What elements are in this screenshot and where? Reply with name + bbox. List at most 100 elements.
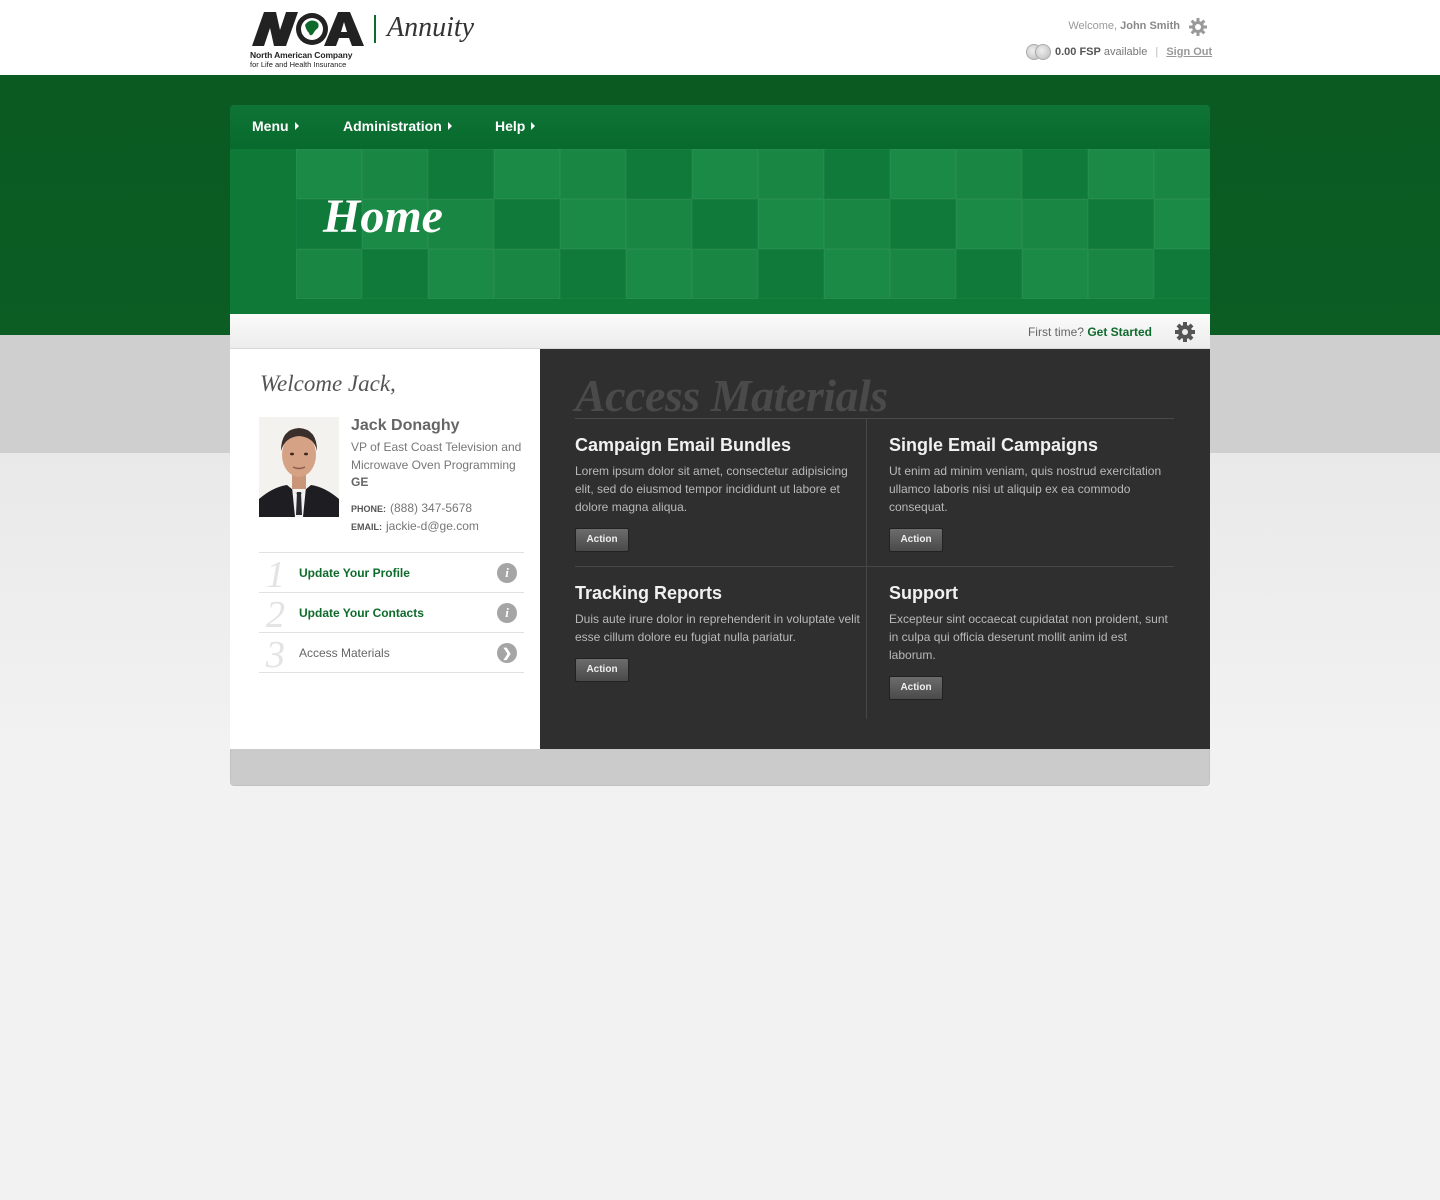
- logo-company-name: North American Company: [250, 50, 353, 60]
- main-nav: Menu Administration Help: [230, 105, 1210, 149]
- mosaic-tile: [494, 249, 560, 299]
- materials-heading: Access Materials: [575, 370, 888, 421]
- mosaic-tile: [1154, 249, 1210, 299]
- coins-icon: [1026, 44, 1051, 60]
- card-title: Campaign Email Bundles: [575, 435, 792, 455]
- nav-menu[interactable]: Menu: [252, 118, 299, 134]
- email-label: EMAIL:: [351, 522, 382, 532]
- get-started-link[interactable]: Get Started: [1087, 325, 1152, 339]
- divider: [866, 419, 867, 719]
- step-label[interactable]: Update Your Contacts: [299, 606, 424, 620]
- profile-phone: PHONE: (888) 347-5678: [351, 501, 472, 515]
- info-icon[interactable]: i: [497, 603, 517, 623]
- step-number: 2: [266, 594, 285, 636]
- mosaic-tile: [560, 149, 626, 199]
- welcome-prefix: Welcome,: [1068, 20, 1118, 32]
- divider: [575, 566, 1174, 567]
- fsp-amount: 0.00 FSP: [1055, 45, 1101, 58]
- first-time-prompt: First time? Get Started: [1028, 325, 1152, 339]
- welcome-message: Welcome, John Smith: [1068, 20, 1180, 32]
- profile-job-title: VP of East Coast Television and Microwav…: [351, 440, 522, 472]
- mosaic-tile: [296, 249, 362, 299]
- main-panel: Menu Administration Help Home First time…: [230, 105, 1210, 786]
- panel-footer: [230, 749, 1210, 786]
- mosaic-tile: [1154, 199, 1210, 249]
- gear-icon[interactable]: [1174, 321, 1196, 343]
- step-access-materials[interactable]: 3 Access Materials ❯: [259, 633, 524, 676]
- fsp-suffix: available: [1103, 45, 1148, 58]
- mosaic-tile: [362, 249, 428, 299]
- action-button[interactable]: Action: [889, 676, 943, 700]
- logo-divider: [374, 15, 376, 43]
- action-button[interactable]: Action: [889, 528, 943, 552]
- mosaic-tile: [626, 149, 692, 199]
- card-campaign-email-bundles: Campaign Email Bundles Lorem ipsum dolor…: [575, 435, 860, 516]
- sign-out-link[interactable]: Sign Out: [1166, 46, 1212, 58]
- card-body: Lorem ipsum dolor sit amet, consectetur …: [575, 464, 848, 514]
- step-number: 3: [266, 634, 285, 676]
- divider: [575, 418, 1174, 419]
- mosaic-tile: [692, 149, 758, 199]
- hero-banner: Home: [230, 149, 1210, 314]
- first-time-text: First time?: [1027, 325, 1084, 339]
- mosaic-tile: [758, 149, 824, 199]
- profile-sidebar: Welcome Jack, Jack Donaghy VP of East Co…: [230, 349, 540, 749]
- fsp-balance: 0.00 FSP available | Sign Out: [1026, 44, 1212, 60]
- mosaic-tile: [560, 199, 626, 249]
- step-label[interactable]: Update Your Profile: [299, 566, 410, 580]
- caret-right-icon: [447, 122, 452, 130]
- card-single-email-campaigns: Single Email Campaigns Ut enim ad minim …: [889, 435, 1174, 516]
- mosaic-tile: [1088, 149, 1154, 199]
- mosaic-tile: [428, 249, 494, 299]
- nac-logo-mark: [252, 12, 364, 46]
- mosaic-tile: [1088, 249, 1154, 299]
- mosaic-tile: [824, 149, 890, 199]
- settings-gear-icon[interactable]: [1188, 17, 1208, 37]
- greeting: Welcome Jack,: [260, 371, 396, 396]
- company-logo[interactable]: North American Company for Life and Heal…: [250, 10, 370, 69]
- mosaic-tile: [560, 249, 626, 299]
- action-button[interactable]: Action: [575, 658, 629, 682]
- card-title: Tracking Reports: [575, 583, 723, 603]
- getting-started-steps: 1 Update Your Profile i 2 Update Your Co…: [259, 552, 524, 676]
- mosaic-tile: [1088, 199, 1154, 249]
- card-body: Duis aute irure dolor in reprehenderit i…: [575, 612, 860, 644]
- mosaic-tile: [494, 149, 560, 199]
- nav-administration[interactable]: Administration: [343, 118, 452, 134]
- mosaic-tile: [692, 249, 758, 299]
- product-name: Annuity: [387, 12, 475, 43]
- step-update-contacts[interactable]: 2 Update Your Contacts i: [259, 593, 524, 636]
- card-support: Support Excepteur sint occaecat cupidata…: [889, 583, 1174, 664]
- mosaic-tile: [890, 249, 956, 299]
- step-update-profile[interactable]: 1 Update Your Profile i: [259, 553, 524, 594]
- mosaic-tile: [494, 199, 560, 249]
- profile-name: Jack Donaghy: [351, 417, 460, 434]
- mosaic-tile: [692, 199, 758, 249]
- mosaic-tile: [824, 249, 890, 299]
- logo-company-subtitle: for Life and Health Insurance: [250, 60, 347, 69]
- mosaic-tile: [956, 199, 1022, 249]
- mosaic-tile: [1022, 249, 1088, 299]
- phone-value: (888) 347-5678: [390, 501, 473, 515]
- step-label[interactable]: Access Materials: [299, 646, 390, 660]
- email-value[interactable]: jackie-d@ge.com: [386, 519, 479, 533]
- action-button[interactable]: Action: [575, 528, 629, 552]
- profile-company: GE: [351, 475, 369, 489]
- mosaic-tile: [626, 249, 692, 299]
- card-body: Excepteur sint occaecat cupidatat non pr…: [889, 612, 1168, 662]
- mosaic-tile: [1022, 199, 1088, 249]
- chevron-right-icon[interactable]: ❯: [497, 643, 517, 663]
- mosaic-tile: [758, 249, 824, 299]
- header-separator: |: [1155, 45, 1159, 58]
- mosaic-tile: [824, 199, 890, 249]
- get-started-bar: First time? Get Started: [230, 314, 1210, 349]
- mosaic-tile: [890, 149, 956, 199]
- profile-photo: [259, 417, 339, 517]
- page-title: Home: [323, 190, 443, 243]
- card-title: Support: [889, 583, 958, 603]
- mosaic-tile: [956, 249, 1022, 299]
- user-name: John Smith: [1120, 20, 1180, 32]
- info-icon[interactable]: i: [497, 563, 517, 583]
- nav-help[interactable]: Help: [495, 118, 536, 134]
- card-body: Ut enim ad minim veniam, quis nostrud ex…: [889, 464, 1162, 514]
